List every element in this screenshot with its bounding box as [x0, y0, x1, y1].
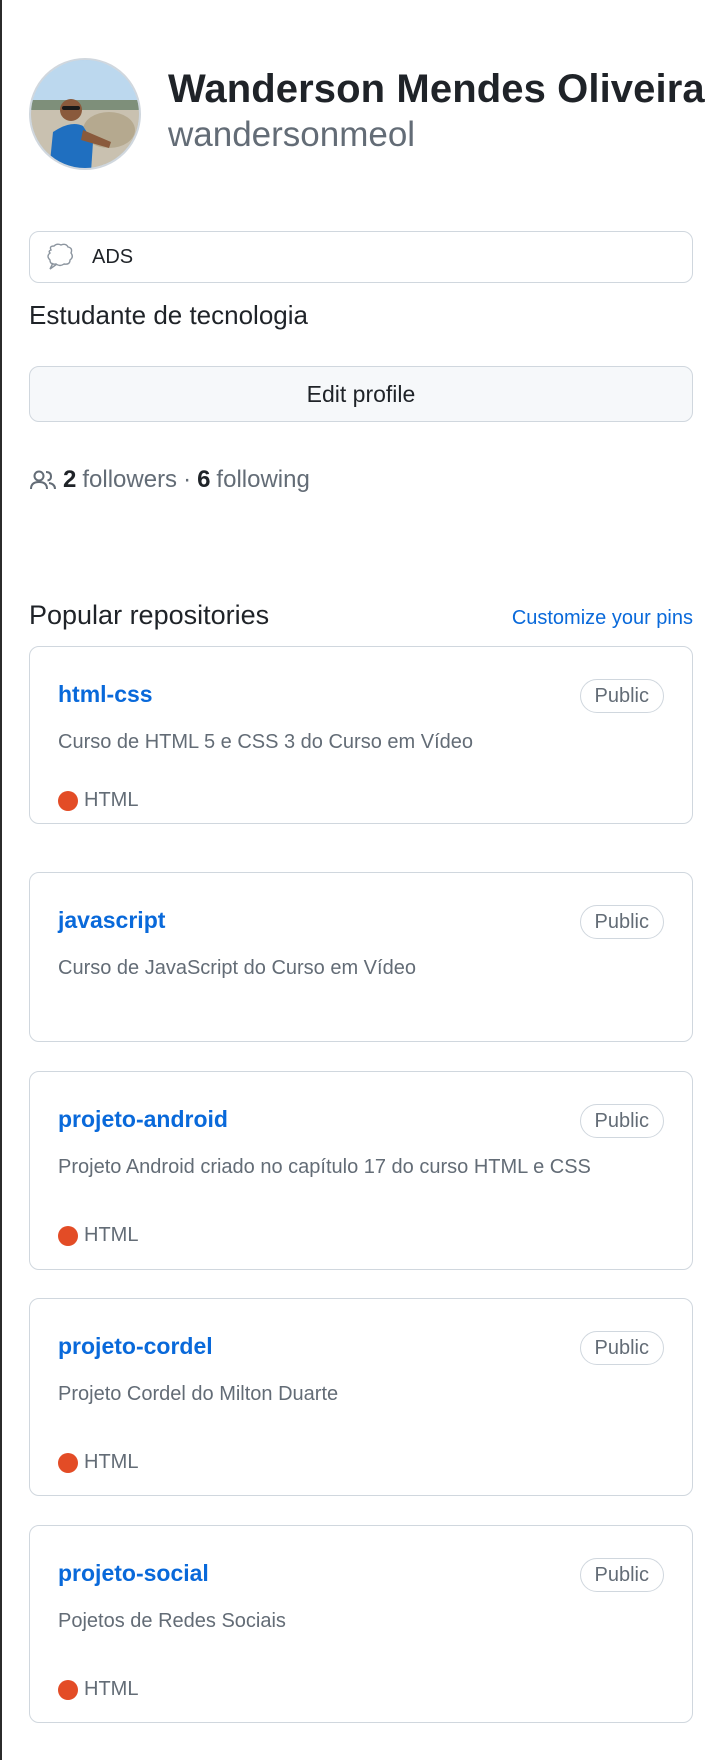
repo-card: projeto-social Public Pojetos de Redes S… — [29, 1525, 693, 1723]
profile-username: wandersonmeol — [168, 115, 416, 154]
repo-description: Curso de JavaScript do Curso em Vídeo — [58, 957, 416, 979]
language-name: HTML — [84, 789, 139, 811]
customize-pins-link[interactable]: Customize your pins — [512, 607, 693, 630]
follow-stats: 2 followers · 6 following — [29, 466, 310, 494]
edit-profile-button[interactable]: Edit profile — [29, 366, 693, 422]
avatar[interactable] — [29, 58, 141, 170]
language-color-dot — [58, 790, 78, 811]
visibility-badge: Public — [579, 1331, 664, 1365]
followers-link[interactable]: 2 followers — [57, 466, 177, 494]
speech-bubble-icon — [44, 241, 76, 273]
repo-description: Curso de HTML 5 e CSS 3 do Curso em Víde… — [58, 731, 473, 753]
repo-name-link[interactable]: html-css — [58, 681, 153, 708]
repo-language: HTML — [58, 1451, 138, 1474]
repo-description: Pojetos de Redes Sociais — [58, 1610, 286, 1632]
profile-header: Wanderson Mendes Oliveira wandersonmeol — [29, 58, 705, 170]
following-label: following — [216, 466, 310, 493]
visibility-badge: Public — [579, 1104, 664, 1138]
following-link[interactable]: 6 following — [197, 466, 310, 494]
visibility-badge: Public — [579, 905, 664, 939]
people-icon — [29, 466, 57, 494]
repo-card: projeto-android Public Projeto Android c… — [29, 1071, 693, 1270]
repo-card: html-css Public Curso de HTML 5 e CSS 3 … — [29, 646, 693, 824]
status-field[interactable]: ADS — [29, 231, 693, 283]
language-color-dot — [58, 1452, 78, 1473]
repo-name-link[interactable]: projeto-android — [58, 1106, 228, 1133]
language-name: HTML — [84, 1678, 139, 1700]
language-color-dot — [58, 1225, 78, 1246]
repo-card: projeto-cordel Public Projeto Cordel do … — [29, 1298, 693, 1496]
repo-name-link[interactable]: projeto-cordel — [58, 1333, 213, 1360]
profile-bio: Estudante de tecnologia — [29, 300, 308, 330]
separator: · — [183, 466, 192, 493]
repo-language: HTML — [58, 1678, 138, 1701]
profile-full-name: Wanderson Mendes Oliveira — [168, 67, 705, 111]
repo-card: javascript Public Curso de JavaScript do… — [29, 872, 693, 1042]
followers-count: 2 — [63, 466, 77, 493]
status-text: ADS — [92, 245, 134, 268]
following-count: 6 — [197, 466, 211, 493]
visibility-badge: Public — [579, 1558, 664, 1592]
language-name: HTML — [84, 1224, 139, 1246]
visibility-badge: Public — [579, 679, 664, 713]
language-color-dot — [58, 1679, 78, 1700]
popular-repositories-header: Popular repositories Customize your pins — [29, 600, 693, 631]
repo-language: HTML — [58, 789, 138, 812]
repo-name-link[interactable]: projeto-social — [58, 1560, 209, 1587]
repo-description: Projeto Android criado no capítulo 17 do… — [58, 1156, 591, 1178]
language-name: HTML — [84, 1451, 139, 1473]
repo-name-link[interactable]: javascript — [58, 907, 165, 934]
window-edge — [0, 0, 2, 1760]
repo-language: HTML — [58, 1224, 138, 1247]
repo-description: Projeto Cordel do Milton Duarte — [58, 1383, 339, 1405]
followers-label: followers — [82, 466, 178, 493]
section-title: Popular repositories — [29, 600, 270, 630]
